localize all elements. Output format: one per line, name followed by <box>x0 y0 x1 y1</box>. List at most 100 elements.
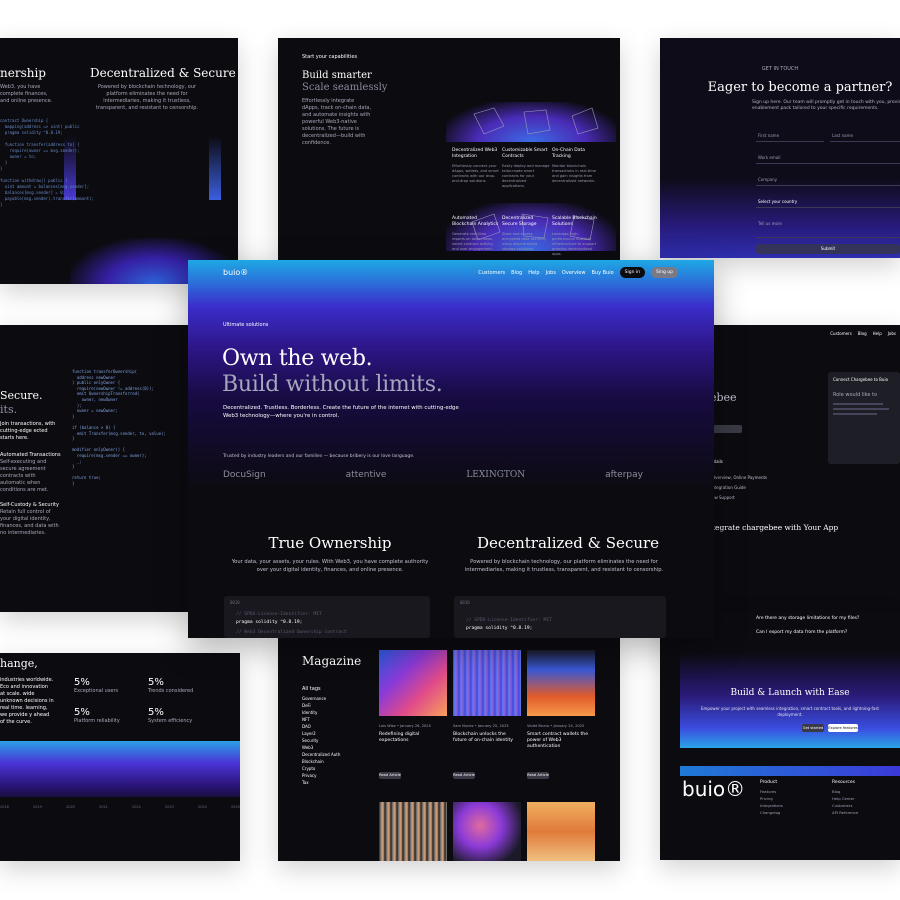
axis-tick: 2018 <box>0 805 9 809</box>
article-image[interactable] <box>379 802 447 861</box>
article-title[interactable]: Redefining digital expectations <box>379 732 445 744</box>
tag-item[interactable]: Governance <box>302 695 362 702</box>
last-name-field[interactable]: Last name <box>830 130 900 142</box>
tag-item[interactable]: All tags <box>302 686 362 693</box>
stat-label: Platform reliability <box>74 718 120 724</box>
launch-heading: Build & Launch with Ease <box>730 688 850 698</box>
secure-heading: Secure. <box>0 389 43 402</box>
article-image[interactable] <box>453 802 521 861</box>
article-image[interactable] <box>379 650 447 716</box>
read-article-button[interactable]: Read Article <box>527 772 549 779</box>
nav-link-overview[interactable]: Overview <box>562 270 586 276</box>
code-line: pragma solidity ^0.8.19; <box>466 626 533 631</box>
article-image[interactable] <box>527 650 595 716</box>
article-meta: Sam Nunez • January 25, 2025 <box>453 724 509 728</box>
article-image[interactable] <box>527 802 595 861</box>
gradient-chart <box>0 741 240 797</box>
tag-item[interactable]: Tax <box>302 779 362 786</box>
footer-link[interactable]: Features <box>760 788 783 795</box>
get-started-button[interactable]: Get started <box>802 724 824 732</box>
footer-link[interactable]: API Reference <box>832 809 858 816</box>
feature-title-ownership: True Ownership <box>268 534 392 552</box>
tag-item[interactable]: DeFi <box>302 702 362 709</box>
nav-link[interactable]: Jobs <box>888 331 896 336</box>
footer-link[interactable]: Changelog <box>760 809 783 816</box>
main-landing-page: buio® Customers Blog Help Jobs Overview … <box>188 260 714 638</box>
article-title[interactable]: Blockchain unlocks the future of on-chai… <box>453 732 519 744</box>
stat-label: System efficiency <box>148 718 193 724</box>
article-title[interactable]: Smart contract wallets the power of Web3… <box>527 732 593 750</box>
footer-link[interactable]: Integrations <box>760 802 783 809</box>
nav-link[interactable]: Customers <box>830 331 852 336</box>
feature-desc: Generate real-time reports on token flow… <box>452 232 495 251</box>
nav-link-help[interactable]: Help <box>528 270 539 276</box>
feature-title: Decentralized Web3 Integration <box>452 148 498 159</box>
footer-col-heading: Resources <box>832 780 855 785</box>
explore-features-button[interactable]: Explore features <box>828 724 858 732</box>
secure-list: Join transactions, with cutting-edge ect… <box>0 421 62 537</box>
detail-link[interactable]: ntegration Guide <box>712 485 746 490</box>
axis-tick: 2022 <box>132 805 141 809</box>
tag-item[interactable]: Blockchain <box>302 758 362 765</box>
submit-button[interactable]: Submit <box>756 244 900 254</box>
tag-item[interactable]: Security <box>302 737 362 744</box>
tag-item[interactable]: Privacy <box>302 772 362 779</box>
read-article-button[interactable]: Read Article <box>453 772 475 779</box>
stat-value: 5% <box>74 707 90 718</box>
partner-form-card: GET IN TOUCH Eager to become a partner? … <box>660 38 900 258</box>
faq-question[interactable]: Are there any storage limitations for my… <box>756 616 859 621</box>
nav-link-blog[interactable]: Blog <box>511 270 522 276</box>
nav-link[interactable]: Blog <box>858 331 867 336</box>
connect-button[interactable] <box>712 425 742 433</box>
hero-title: Own the web. <box>222 346 373 371</box>
list-item: Retain full control of your digital iden… <box>0 509 59 536</box>
footer-link[interactable]: Customers <box>832 802 858 809</box>
footer-link[interactable]: Pricing <box>760 795 783 802</box>
company-field[interactable]: Company <box>756 174 900 186</box>
nav-link-buy[interactable]: Buy Buio <box>591 270 613 276</box>
footer-link[interactable]: Blog <box>832 788 858 795</box>
sign-up-button[interactable]: Sing up <box>651 267 678 278</box>
footer-link[interactable]: Help Center <box>832 795 858 802</box>
feature-desc: Store and access encrypted data securely… <box>502 232 546 251</box>
stat-value: 5% <box>74 677 90 688</box>
tag-item[interactable]: DAO <box>302 723 362 730</box>
connect-panel: Connect Chargebee to Buio Role would lik… <box>828 372 900 464</box>
stat-item: 5% Exceptional users <box>74 677 118 695</box>
footer-links: Blog Help Center Customers API Reference <box>832 788 858 816</box>
tag-item[interactable]: Web3 <box>302 744 362 751</box>
capabilities-heading: Build smarter <box>302 70 372 81</box>
partner-label: GET IN TOUCH <box>761 66 799 72</box>
faq-question[interactable]: Can I export my data from the platform? <box>756 630 847 635</box>
message-textarea[interactable]: Tell us more <box>756 218 900 238</box>
read-article-button[interactable]: Read Article <box>379 772 401 779</box>
nav-link[interactable]: Help <box>873 331 882 336</box>
tag-item[interactable]: Crypto <box>302 765 362 772</box>
tag-item[interactable]: Layer2 <box>302 730 362 737</box>
nav-link-customers[interactable]: Customers <box>478 270 505 276</box>
work-email-field[interactable]: Work email <box>756 152 900 164</box>
brand-logo[interactable]: buio® <box>223 268 248 277</box>
detail-link[interactable]: ow Support <box>712 495 735 500</box>
tag-item[interactable]: Identity <box>302 709 362 716</box>
tag-item[interactable]: NFT <box>302 716 362 723</box>
code-comment: // SPDX-License-Identifier: MIT <box>466 618 552 623</box>
panel-line <box>833 413 877 415</box>
wireframe-shapes-top <box>473 107 599 135</box>
feature-desc: Leverage high-performance scalable infra… <box>552 232 597 256</box>
first-name-field[interactable]: First name <box>756 130 824 142</box>
logo-attentive: attentive <box>345 470 387 480</box>
article-image[interactable] <box>453 650 521 716</box>
feature-desc: Effortlessly connect your dApps, wallets… <box>452 164 499 183</box>
footer-col-heading: Product <box>760 780 778 785</box>
main-nav: Customers Blog Help Jobs Overview Buy Bu… <box>478 267 678 278</box>
nav-link-jobs[interactable]: Jobs <box>546 270 556 276</box>
feature-item: Automated Blockchain Analytics Generate … <box>452 216 500 252</box>
sign-in-button[interactable]: Sign in <box>619 267 646 278</box>
feature-desc: Monitor blockchain transactions in real-… <box>552 164 596 183</box>
country-select[interactable]: Select your country <box>756 196 900 208</box>
stat-item: 5% Platform reliability <box>74 707 120 725</box>
tag-item[interactable]: Decentralized Auth <box>302 751 362 758</box>
footer-glow <box>680 766 900 776</box>
detail-link[interactable]: Overview, Online Payments <box>712 475 767 480</box>
